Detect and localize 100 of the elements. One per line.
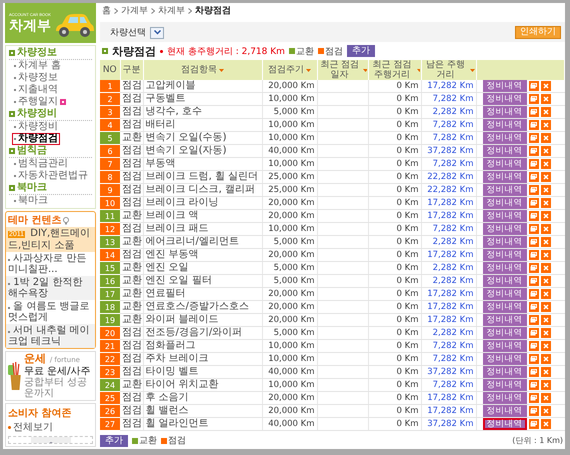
edit-icon[interactable] bbox=[528, 341, 538, 351]
edit-icon[interactable] bbox=[528, 406, 538, 416]
delete-icon[interactable] bbox=[540, 172, 550, 182]
history-button[interactable]: 정비내역 bbox=[482, 158, 526, 170]
sidebar-item[interactable]: 차량정보 bbox=[12, 72, 60, 84]
edit-icon[interactable] bbox=[528, 81, 538, 91]
sidebar-item[interactable]: 주행일지 bbox=[12, 96, 68, 108]
edit-icon[interactable] bbox=[528, 120, 538, 130]
theme-link[interactable]: 1박 2일 한적한 해수욕장 bbox=[6, 276, 95, 300]
edit-icon[interactable] bbox=[528, 328, 538, 338]
edit-icon[interactable] bbox=[528, 315, 538, 325]
delete-icon[interactable] bbox=[540, 263, 550, 273]
delete-icon[interactable] bbox=[540, 107, 550, 117]
breadcrumb-link[interactable]: 차량점검 bbox=[195, 4, 231, 17]
history-button[interactable]: 정비내역 bbox=[482, 418, 526, 430]
history-button[interactable]: 정비내역 bbox=[482, 275, 526, 287]
delete-icon[interactable] bbox=[540, 406, 550, 416]
history-button[interactable]: 정비내역 bbox=[482, 236, 526, 248]
edit-icon[interactable] bbox=[528, 393, 538, 403]
history-button[interactable]: 정비내역 bbox=[482, 314, 526, 326]
sidebar-item[interactable]: 차계부 홈 bbox=[12, 60, 64, 72]
edit-icon[interactable] bbox=[528, 237, 538, 247]
delete-icon[interactable] bbox=[540, 133, 550, 143]
history-button[interactable]: 정비내역 bbox=[482, 340, 526, 352]
sort-icon[interactable] bbox=[416, 68, 420, 72]
history-button[interactable]: 정비내역 bbox=[482, 210, 526, 222]
history-button[interactable]: 정비내역 bbox=[482, 93, 526, 105]
history-button[interactable]: 정비내역 bbox=[482, 301, 526, 313]
delete-icon[interactable] bbox=[540, 354, 550, 364]
history-button[interactable]: 정비내역 bbox=[482, 249, 526, 261]
breadcrumb-link[interactable]: 차계부 bbox=[158, 4, 185, 17]
vehicle-select[interactable] bbox=[150, 26, 164, 38]
sidebar-item[interactable]: 자동차관련법규 bbox=[12, 170, 90, 182]
delete-icon[interactable] bbox=[540, 302, 550, 312]
edit-icon[interactable] bbox=[528, 159, 538, 169]
edit-icon[interactable] bbox=[528, 185, 538, 195]
history-button[interactable]: 정비내역 bbox=[482, 353, 526, 365]
theme-link[interactable]: 서머 내추럴 메이크업 테크닉 bbox=[6, 324, 95, 348]
history-button[interactable]: 정비내역 bbox=[482, 392, 526, 404]
delete-icon[interactable] bbox=[540, 380, 550, 390]
delete-icon[interactable] bbox=[540, 419, 550, 429]
history-button[interactable]: 정비내역 bbox=[482, 379, 526, 391]
delete-icon[interactable] bbox=[540, 367, 550, 377]
delete-icon[interactable] bbox=[540, 81, 550, 91]
edit-icon[interactable] bbox=[528, 289, 538, 299]
column-header[interactable]: 점검항목 bbox=[181, 65, 217, 75]
edit-icon[interactable] bbox=[528, 94, 538, 104]
edit-icon[interactable] bbox=[528, 354, 538, 364]
delete-icon[interactable] bbox=[540, 276, 550, 286]
delete-icon[interactable] bbox=[540, 120, 550, 130]
sort-icon[interactable] bbox=[470, 68, 474, 72]
print-button[interactable]: 인쇄하기 bbox=[515, 26, 561, 39]
history-button[interactable]: 정비내역 bbox=[482, 145, 526, 157]
history-button[interactable]: 정비내역 bbox=[482, 80, 526, 92]
delete-icon[interactable] bbox=[540, 224, 550, 234]
delete-icon[interactable] bbox=[540, 237, 550, 247]
edit-icon[interactable] bbox=[528, 302, 538, 312]
delete-icon[interactable] bbox=[540, 315, 550, 325]
history-button[interactable]: 정비내역 bbox=[482, 119, 526, 131]
history-button[interactable]: 정비내역 bbox=[482, 223, 526, 235]
breadcrumb-link[interactable]: 홈 bbox=[102, 4, 111, 17]
add-button[interactable]: 추가 bbox=[100, 434, 128, 446]
sort-icon[interactable] bbox=[219, 68, 224, 72]
delete-icon[interactable] bbox=[540, 94, 550, 104]
history-button[interactable]: 정비내역 bbox=[482, 132, 526, 144]
history-button[interactable]: 정비내역 bbox=[482, 288, 526, 300]
delete-icon[interactable] bbox=[540, 211, 550, 221]
edit-icon[interactable] bbox=[528, 276, 538, 286]
history-button[interactable]: 정비내역 bbox=[482, 262, 526, 274]
delete-icon[interactable] bbox=[540, 341, 550, 351]
sidebar-item[interactable]: 차량점검 bbox=[12, 133, 60, 145]
delete-icon[interactable] bbox=[540, 198, 550, 208]
sort-icon[interactable] bbox=[362, 68, 366, 72]
edit-icon[interactable] bbox=[528, 250, 538, 260]
edit-icon[interactable] bbox=[528, 211, 538, 221]
edit-icon[interactable] bbox=[528, 172, 538, 182]
delete-icon[interactable] bbox=[540, 159, 550, 169]
history-button[interactable]: 정비내역 bbox=[482, 366, 526, 378]
edit-icon[interactable] bbox=[528, 380, 538, 390]
edit-icon[interactable] bbox=[528, 107, 538, 117]
edit-icon[interactable] bbox=[528, 263, 538, 273]
edit-icon[interactable] bbox=[528, 419, 538, 429]
view-all-link[interactable]: 전체보기 bbox=[8, 420, 53, 434]
edit-icon[interactable] bbox=[528, 367, 538, 377]
history-button[interactable]: 정비내역 bbox=[482, 197, 526, 209]
history-button[interactable]: 정비내역 bbox=[482, 106, 526, 118]
delete-icon[interactable] bbox=[540, 250, 550, 260]
delete-icon[interactable] bbox=[540, 146, 550, 156]
edit-icon[interactable] bbox=[528, 133, 538, 143]
history-button[interactable]: 정비내역 bbox=[482, 184, 526, 196]
sort-icon[interactable] bbox=[306, 68, 311, 72]
delete-icon[interactable] bbox=[540, 289, 550, 299]
delete-icon[interactable] bbox=[540, 185, 550, 195]
breadcrumb-link[interactable]: 가계부 bbox=[121, 4, 148, 17]
delete-icon[interactable] bbox=[540, 393, 550, 403]
edit-icon[interactable] bbox=[528, 198, 538, 208]
history-button[interactable]: 정비내역 bbox=[482, 171, 526, 183]
sidebar-item[interactable]: 북마크 bbox=[12, 195, 50, 207]
history-button[interactable]: 정비내역 bbox=[482, 405, 526, 417]
history-button[interactable]: 정비내역 bbox=[482, 327, 526, 339]
